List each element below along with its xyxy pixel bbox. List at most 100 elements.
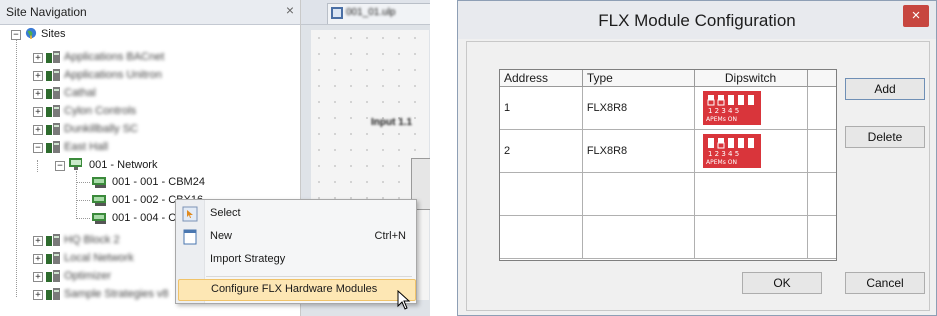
controller-icon (92, 213, 106, 224)
delete-button[interactable]: Delete (845, 126, 925, 148)
expand-icon[interactable]: + (33, 71, 43, 81)
tree-item-label: 001 - 001 - CBM24 (112, 176, 205, 188)
dipswitch-positions: 1 2 3 4 5 (708, 107, 739, 115)
tree-root-label: Sites (41, 28, 66, 40)
controller-icon (92, 195, 106, 206)
menu-item-label: Configure FLX Hardware Modules (211, 283, 378, 295)
dialog-body: Address Type Dipswitch 1 FLX8R8 1 2 3 4 … (466, 41, 930, 311)
site-icon (46, 105, 60, 117)
menu-item-import-strategy[interactable]: Import Strategy (178, 249, 414, 271)
tree-item-label: Cathal (64, 87, 96, 99)
site-icon (46, 288, 60, 300)
site-icon (46, 123, 60, 135)
cell-dipswitch[interactable]: 1 2 3 4 5 APEMs ON (694, 129, 808, 173)
cell-address[interactable] (500, 215, 583, 259)
cell-address[interactable]: 2 (500, 129, 583, 173)
collapse-icon[interactable]: − (33, 143, 43, 153)
expand-icon[interactable]: + (33, 125, 43, 135)
cell-type[interactable] (582, 215, 695, 259)
table-row-empty[interactable] (500, 172, 836, 216)
collapse-icon[interactable]: − (55, 161, 65, 171)
column-header-type[interactable]: Type (582, 70, 695, 87)
menu-item-configure-flx[interactable]: Configure FLX Hardware Modules (178, 279, 416, 301)
menu-separator (206, 276, 412, 277)
expand-icon[interactable]: + (33, 290, 43, 300)
menu-item-new[interactable]: New Ctrl+N (178, 226, 414, 248)
column-header-filler (807, 70, 836, 87)
tree-item-site-expanded[interactable]: − East Hall (0, 139, 300, 155)
tree-item-site[interactable]: + Cathal (0, 85, 300, 101)
menu-item-label: Select (210, 207, 241, 219)
tree-item-label: Sample Strategies v8 (64, 288, 169, 300)
menu-item-label: Import Strategy (210, 253, 286, 265)
cell-dipswitch[interactable]: 1 2 3 4 5 APEMs ON (694, 86, 808, 130)
cancel-button[interactable]: Cancel (845, 272, 925, 294)
module-table: Address Type Dipswitch 1 FLX8R8 1 2 3 4 … (500, 70, 836, 259)
cell-dipswitch[interactable] (694, 172, 808, 216)
cell-filler (807, 129, 836, 173)
strategy-file-icon (331, 7, 343, 19)
close-icon[interactable]: × (903, 5, 929, 27)
site-icon (46, 87, 60, 99)
module-grid[interactable]: Address Type Dipswitch 1 FLX8R8 1 2 3 4 … (499, 69, 837, 261)
table-row[interactable]: 2 FLX8R8 1 2 3 4 5 APEMs ON (500, 129, 836, 173)
expand-icon[interactable]: + (33, 254, 43, 264)
new-document-icon (183, 229, 197, 245)
tree-item-network[interactable]: − 001 - Network (0, 157, 300, 173)
nav-title: Site Navigation (6, 5, 87, 19)
collapse-icon[interactable]: − (11, 30, 21, 40)
document-tab[interactable]: 001_01.ulp (327, 3, 430, 24)
site-icon (46, 51, 60, 63)
tree-item-label: Cylon Controls (64, 105, 137, 117)
expand-icon[interactable]: + (33, 53, 43, 63)
cell-address[interactable]: 1 (500, 86, 583, 130)
dipswitch-caption: APEMs ON (706, 116, 737, 123)
expand-icon[interactable]: + (33, 107, 43, 117)
tree-item-label: HQ Block 2 (64, 234, 120, 246)
document-tabbar: 001_01.ulp (301, 0, 430, 25)
menu-item-select[interactable]: Select (178, 203, 414, 225)
flx-module-configuration-dialog: FLX Module Configuration × Address Type … (457, 0, 937, 316)
tree-item-label: Applications Unitron (64, 69, 162, 81)
dipswitch-icon: 1 2 3 4 5 APEMs ON (702, 134, 761, 168)
tree-item-site[interactable]: + Applications Unitron (0, 67, 300, 83)
dipswitch-positions: 1 2 3 4 5 (708, 150, 739, 158)
tree-root[interactable]: − Sites (0, 26, 300, 42)
site-icon (46, 252, 60, 264)
tree-item-site[interactable]: + Applications BACnet (0, 49, 300, 65)
tree-item-label: Local Network (64, 252, 134, 264)
cell-dipswitch[interactable] (694, 215, 808, 259)
tree-item-site[interactable]: + Dunkillbally SC (0, 121, 300, 137)
column-header-address[interactable]: Address (500, 70, 583, 87)
expand-icon[interactable]: + (33, 236, 43, 246)
close-icon[interactable]: × (286, 2, 294, 18)
cell-filler (807, 86, 836, 130)
select-icon (182, 206, 198, 222)
cell-type[interactable]: FLX8R8 (582, 129, 695, 173)
tree-item-label: 001 - 004 - C (112, 212, 177, 224)
column-header-dipswitch[interactable]: Dipswitch (694, 70, 808, 87)
dialog-title: FLX Module Configuration (598, 11, 796, 30)
site-navigation-screenshot: 001_01.ulp Input 1.1 Site Navigation × −… (0, 0, 430, 316)
dipswitch-icon: 1 2 3 4 5 APEMs ON (702, 91, 761, 125)
expand-icon[interactable]: + (33, 272, 43, 282)
table-row-empty[interactable] (500, 215, 836, 259)
tree-item-site[interactable]: + Cylon Controls (0, 103, 300, 119)
mouse-cursor-icon (397, 290, 411, 310)
cell-address[interactable] (500, 172, 583, 216)
tree-item-label: Applications BACnet (64, 51, 165, 63)
cell-type[interactable] (582, 172, 695, 216)
expand-icon[interactable]: + (33, 89, 43, 99)
tree-item-device[interactable]: 001 - 001 - CBM24 (0, 174, 300, 190)
ok-button[interactable]: OK (742, 272, 822, 294)
network-icon (69, 158, 82, 170)
tree-item-label: Dunkillbally SC (64, 123, 138, 135)
strategy-node-label: Input 1.1 (371, 117, 413, 128)
tree-item-label: East Hall (64, 141, 109, 153)
site-icon (46, 141, 60, 153)
add-button[interactable]: Add (845, 78, 925, 100)
cell-filler (807, 172, 836, 216)
table-row[interactable]: 1 FLX8R8 1 2 3 4 5 APEMs ON (500, 86, 836, 130)
dialog-titlebar[interactable]: FLX Module Configuration × (458, 1, 936, 39)
cell-type[interactable]: FLX8R8 (582, 86, 695, 130)
